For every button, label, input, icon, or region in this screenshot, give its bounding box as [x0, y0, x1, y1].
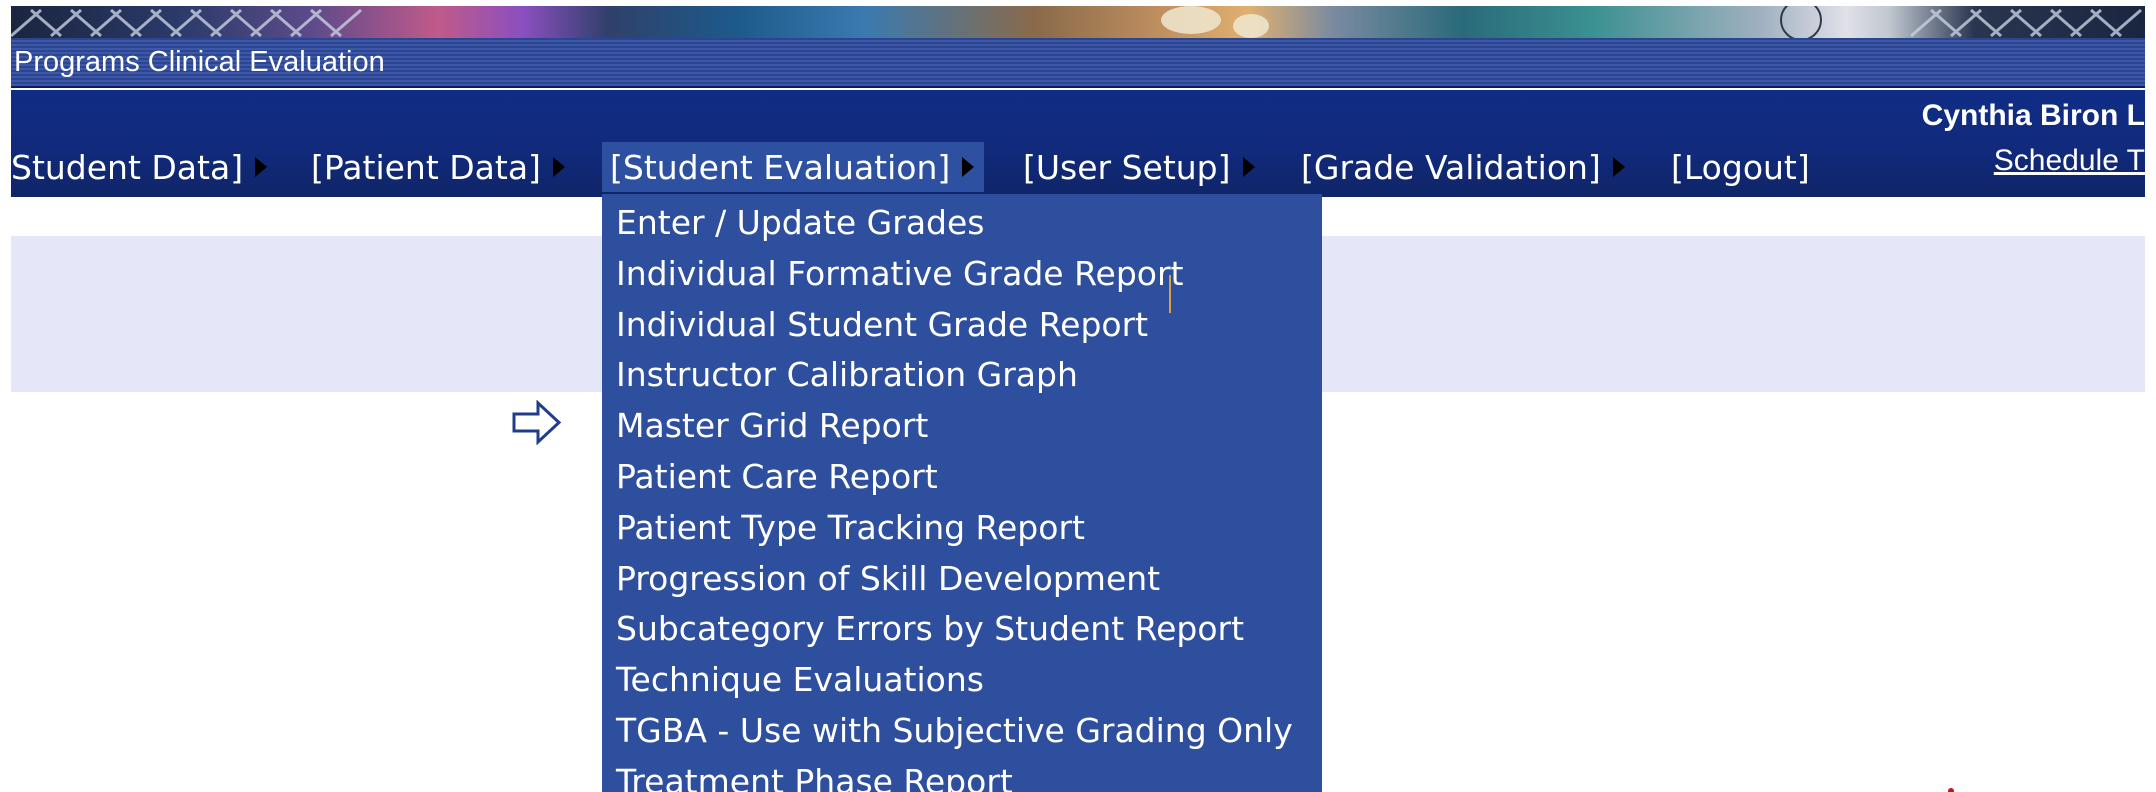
dropdown-item-patient-type-tracking-report[interactable]: Patient Type Tracking Report [602, 503, 1322, 554]
triangle-right-icon [1612, 157, 1625, 177]
schedule-link[interactable]: Schedule T [1994, 144, 2145, 178]
dropdown-item-patient-care-report[interactable]: Patient Care Report [602, 452, 1322, 503]
menu-label: [Student Evaluation] [610, 147, 951, 187]
text-cursor [1169, 275, 1171, 313]
menu-label: [User Setup] [1023, 147, 1231, 187]
dropdown-item-master-grid-report[interactable]: Master Grid Report [602, 401, 1322, 452]
dropdown-item-tgba-subjective-grading[interactable]: TGBA - Use with Subjective Grading Only [602, 706, 1322, 757]
dropdown-item-progression-of-skill-development[interactable]: Progression of Skill Development [602, 554, 1322, 605]
user-name: Cynthia Biron L [1921, 99, 2145, 132]
dropdown-item-instructor-calibration-graph[interactable]: Instructor Calibration Graph [602, 350, 1322, 401]
dropdown-item-treatment-phase-report[interactable]: Treatment Phase Report [602, 757, 1322, 792]
menu-student-evaluation[interactable]: [Student Evaluation] [602, 142, 985, 192]
right-arrow-outline-icon [512, 400, 562, 445]
triangle-right-icon [962, 157, 975, 177]
dropdown-item-technique-evaluations[interactable]: Technique Evaluations [602, 655, 1322, 706]
menu-label: [Logout] [1671, 147, 1810, 187]
dropdown-item-subcategory-errors-by-student-report[interactable]: Subcategory Errors by Student Report [602, 604, 1322, 655]
menu-student-data[interactable]: Student Data] [11, 142, 268, 192]
app-title: Programs Clinical Evaluation [14, 46, 385, 78]
title-bar: Programs Clinical Evaluation [11, 38, 2145, 88]
menu-bar: Cynthia Biron L Schedule T Student Data]… [11, 90, 2145, 197]
menu-label: Student Data] [11, 147, 244, 187]
dropdown-item-individual-student-grade-report[interactable]: Individual Student Grade Report [602, 300, 1322, 351]
menu-grade-validation[interactable]: [Grade Validation] [1301, 142, 1625, 192]
menu-patient-data[interactable]: [Patient Data] [311, 142, 565, 192]
red-dot [1948, 788, 1954, 792]
menu-logout[interactable]: [Logout] [1671, 142, 1810, 192]
menu-label: [Patient Data] [311, 147, 541, 187]
page: Programs Clinical Evaluation Cynthia Bir… [0, 0, 2156, 792]
triangle-right-icon [1242, 157, 1255, 177]
menu-user-setup[interactable]: [User Setup] [1023, 142, 1255, 192]
dropdown-item-enter-update-grades[interactable]: Enter / Update Grades [602, 198, 1322, 249]
student-evaluation-dropdown: Enter / Update Grades Individual Formati… [602, 194, 1322, 792]
dropdown-item-individual-formative-grade-report[interactable]: Individual Formative Grade Report [602, 249, 1322, 300]
triangle-right-icon [255, 157, 268, 177]
menu-label: [Grade Validation] [1301, 147, 1601, 187]
header-banner-image [11, 6, 2145, 38]
triangle-right-icon [552, 157, 565, 177]
